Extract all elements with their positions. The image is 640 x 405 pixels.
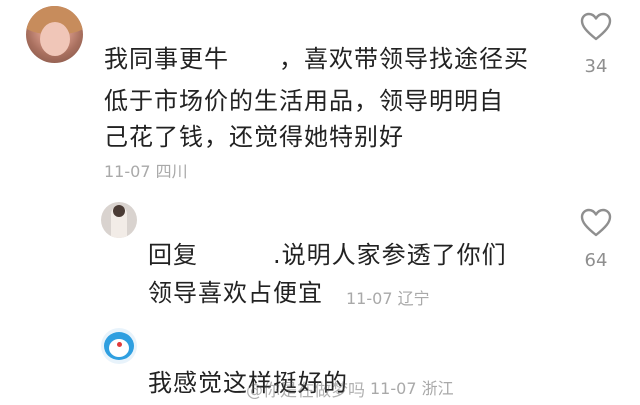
comment-1-date: 11-07 (104, 162, 151, 181)
commenter-avatar[interactable] (101, 328, 137, 364)
comment-2-date: 11-07 (346, 289, 393, 308)
watermark: @你是在做梦吗 (246, 381, 365, 401)
comment-3-meta: 11-07 浙江 (370, 375, 454, 399)
comment-3-date: 11-07 (370, 379, 417, 398)
comment-3-location: 浙江 (421, 379, 454, 398)
avatar-doraemon-nose (117, 342, 122, 347)
avatar-face (40, 22, 70, 56)
avatar-head (113, 205, 125, 217)
comment-1-line-1: 我同事更牛 ，喜欢带领导找途径买 (104, 45, 529, 73)
comment-1-meta: 11-07 四川 (104, 158, 188, 182)
comment-1-line-3: 己花了钱，还觉得她特别好 (104, 123, 404, 151)
comment-2-line-2: 领导喜欢占便宜 (148, 279, 323, 307)
like-heart-icon[interactable] (580, 12, 612, 42)
comment-2-location: 辽宁 (397, 289, 430, 308)
like-count: 34 (584, 56, 608, 77)
comment-2-line-1: 回复 .说明人家参透了你们 (148, 241, 507, 269)
like-count: 64 (584, 250, 608, 271)
like-heart-icon[interactable] (580, 208, 612, 238)
comment-1-location: 四川 (155, 162, 188, 181)
commenter-avatar[interactable] (26, 6, 83, 63)
comment-1-line-2: 低于市场价的生活用品，领导明明自 (104, 87, 504, 115)
comment-2-meta: 11-07 辽宁 (346, 285, 430, 309)
commenter-avatar[interactable] (101, 202, 137, 238)
